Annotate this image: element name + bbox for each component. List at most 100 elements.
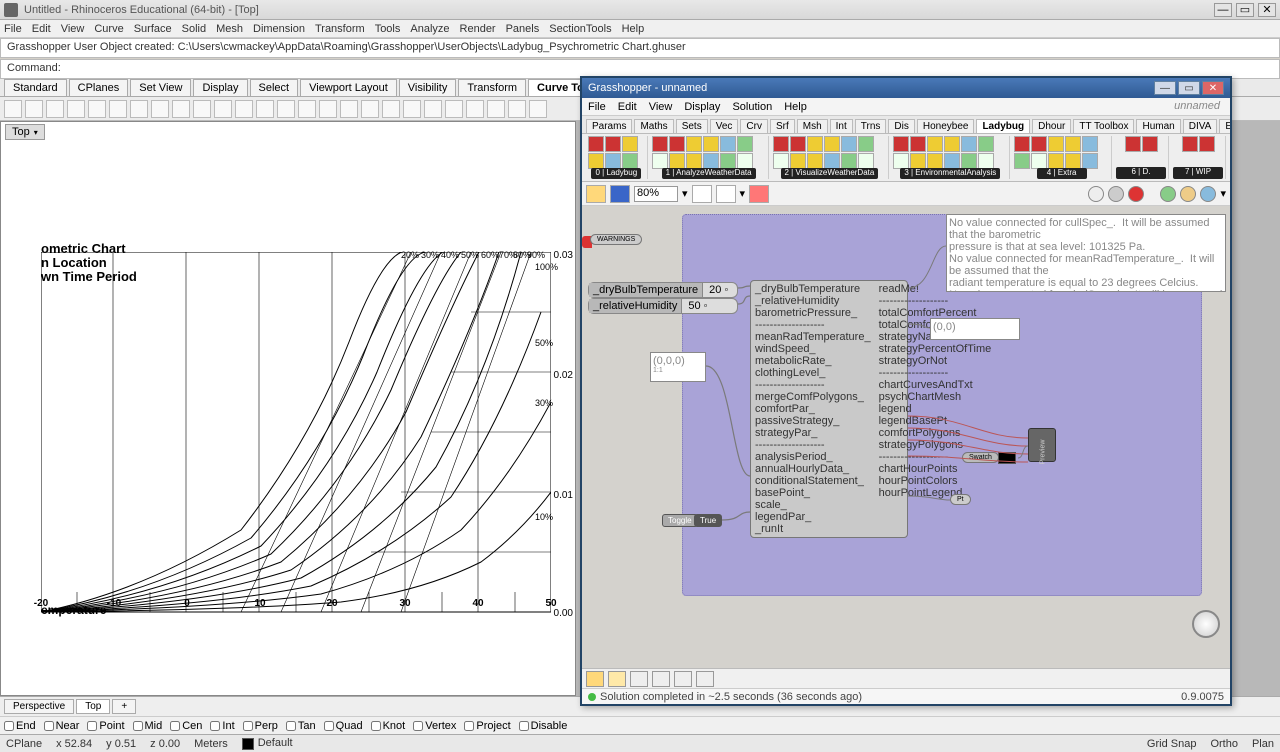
rhino-tool-icon[interactable]: [529, 100, 547, 118]
rhino-tool-icon[interactable]: [277, 100, 295, 118]
status-gridsnap[interactable]: Grid Snap: [1147, 738, 1197, 750]
gh-component-icon[interactable]: [669, 153, 685, 169]
toolbar-tab[interactable]: CPlanes: [69, 79, 129, 96]
preview-mesh-icon[interactable]: [1180, 186, 1196, 202]
toolbar-tab[interactable]: Standard: [4, 79, 67, 96]
gh-component-icon[interactable]: [961, 136, 977, 152]
gh-slider-relhumidity[interactable]: _relativeHumidity 50 ◦: [588, 298, 738, 314]
gh-component-icon[interactable]: [978, 153, 994, 169]
osnap-quad[interactable]: Quad: [324, 720, 363, 732]
rhino-tool-icon[interactable]: [382, 100, 400, 118]
gh-menu-solution[interactable]: Solution: [732, 101, 772, 113]
gh-input-port[interactable]: legendPar_: [753, 511, 873, 523]
osnap-end[interactable]: End: [4, 720, 36, 732]
gh-component-icon[interactable]: [944, 136, 960, 152]
zoom-extents-icon[interactable]: [692, 185, 712, 203]
menu-surface[interactable]: Surface: [134, 23, 172, 35]
gh-output-port[interactable]: comfortPolygons: [877, 427, 994, 439]
toolbar-tab[interactable]: Display: [193, 79, 247, 96]
gh-component-icon[interactable]: [622, 153, 638, 169]
gh-component-icon[interactable]: [605, 136, 621, 152]
gh-component-icon[interactable]: [652, 153, 668, 169]
gh-component-icon[interactable]: [927, 153, 943, 169]
gh-tab[interactable]: Trns: [855, 119, 887, 133]
gh-output-port[interactable]: psychChartMesh: [877, 391, 994, 403]
gh-output-port[interactable]: chartHourPoints: [877, 463, 994, 475]
gh-component-icon[interactable]: [737, 136, 753, 152]
gh-input-port[interactable]: _relativeHumidity: [753, 295, 873, 307]
preview-mode-icon[interactable]: [1088, 186, 1104, 202]
preview-wireframe-icon[interactable]: [1108, 186, 1124, 202]
gh-group-label[interactable]: 1 | AnalyzeWeatherData: [662, 168, 756, 179]
viewport-tab[interactable]: Top: [76, 699, 110, 714]
menu-mesh[interactable]: Mesh: [216, 23, 243, 35]
save-file-icon[interactable]: [610, 185, 630, 203]
gh-component-icon[interactable]: [893, 136, 909, 152]
gh-component-icon[interactable]: [1125, 136, 1141, 152]
preview-shaded-icon[interactable]: [1128, 186, 1144, 202]
gh-component-icon[interactable]: [1014, 153, 1030, 169]
gh-category-tabs[interactable]: ParamsMathsSetsVecCrvSrfMshIntTrnsDisHon…: [582, 116, 1230, 134]
osnap-int[interactable]: Int: [210, 720, 234, 732]
viewport-tab[interactable]: Perspective: [4, 699, 74, 714]
status-ortho[interactable]: Ortho: [1210, 738, 1238, 750]
gh-output-port[interactable]: strategyPolygons: [877, 439, 994, 451]
gh-bottom-toolbar[interactable]: [582, 668, 1230, 688]
gh-panel-basept[interactable]: (0,0,0)1:1: [650, 352, 706, 382]
rhino-tool-icon[interactable]: [130, 100, 148, 118]
osnap-cen[interactable]: Cen: [170, 720, 202, 732]
gh-component-icon[interactable]: [910, 153, 926, 169]
gh-mru-icon[interactable]: [674, 671, 692, 687]
gh-quickbar[interactable]: 80%▾ ▾ ▾: [582, 182, 1230, 206]
toolbar-tab[interactable]: Set View: [130, 79, 191, 96]
gh-output-port[interactable]: hourPointColors: [877, 475, 994, 487]
gh-tab[interactable]: Dhour: [1032, 119, 1071, 133]
gh-output-port[interactable]: strategyPercentOfTime: [877, 343, 994, 355]
gh-component-icon[interactable]: [961, 153, 977, 169]
gh-component-icon[interactable]: [944, 153, 960, 169]
gh-component-icon[interactable]: [1065, 136, 1081, 152]
gh-component-icon[interactable]: [807, 153, 823, 169]
rhino-tool-icon[interactable]: [172, 100, 190, 118]
toolbar-tab[interactable]: Visibility: [399, 79, 457, 96]
gh-component-icon[interactable]: [686, 136, 702, 152]
menu-file[interactable]: File: [4, 23, 22, 35]
gh-menu-help[interactable]: Help: [784, 101, 807, 113]
gh-panel-out[interactable]: (0,0): [930, 318, 1020, 340]
gh-group-label[interactable]: 3 | EnvironmentalAnalysis: [900, 168, 1000, 179]
gh-input-port[interactable]: _runIt: [753, 523, 873, 535]
osnap-vertex[interactable]: Vertex: [413, 720, 456, 732]
viewport-tab[interactable]: +: [112, 699, 136, 714]
menu-dimension[interactable]: Dimension: [253, 23, 305, 35]
gh-component-icon[interactable]: [1082, 136, 1098, 152]
toolbar-tab[interactable]: Transform: [458, 79, 526, 96]
rhino-tool-icon[interactable]: [4, 100, 22, 118]
gh-input-port[interactable]: -------------------: [753, 379, 873, 391]
rhino-viewport-top[interactable]: Top▾ ometric Chart n Location wn Time Pe…: [0, 121, 576, 696]
menu-analyze[interactable]: Analyze: [410, 23, 449, 35]
gh-compass-icon[interactable]: [1192, 610, 1220, 638]
gh-output-port[interactable]: legend: [877, 403, 994, 415]
rhino-tool-icon[interactable]: [487, 100, 505, 118]
gh-menu-display[interactable]: Display: [684, 101, 720, 113]
gh-tab[interactable]: Int: [830, 119, 853, 133]
gh-tab[interactable]: Vec: [710, 119, 739, 133]
rhino-tool-icon[interactable]: [235, 100, 253, 118]
toolbar-tab[interactable]: Viewport Layout: [300, 79, 397, 96]
gh-component-icon[interactable]: [824, 153, 840, 169]
minimize-button[interactable]: ―: [1214, 3, 1232, 17]
status-planar[interactable]: Plan: [1252, 738, 1274, 750]
gh-component-icon[interactable]: [588, 136, 604, 152]
chevron-down-icon[interactable]: ▾: [682, 187, 688, 200]
gh-component-icon[interactable]: [686, 153, 702, 169]
gh-input-port[interactable]: -------------------: [753, 439, 873, 451]
gh-component-icon[interactable]: [773, 153, 789, 169]
osnap-project[interactable]: Project: [464, 720, 510, 732]
osnap-perp[interactable]: Perp: [243, 720, 278, 732]
rhino-tool-icon[interactable]: [361, 100, 379, 118]
gh-input-port[interactable]: strategyPar_: [753, 427, 873, 439]
gh-menu-file[interactable]: File: [588, 101, 606, 113]
gh-maximize-button[interactable]: ▭: [1178, 81, 1200, 95]
gh-output-port[interactable]: hourPointLegend: [877, 487, 994, 499]
gh-mru-icon[interactable]: [652, 671, 670, 687]
